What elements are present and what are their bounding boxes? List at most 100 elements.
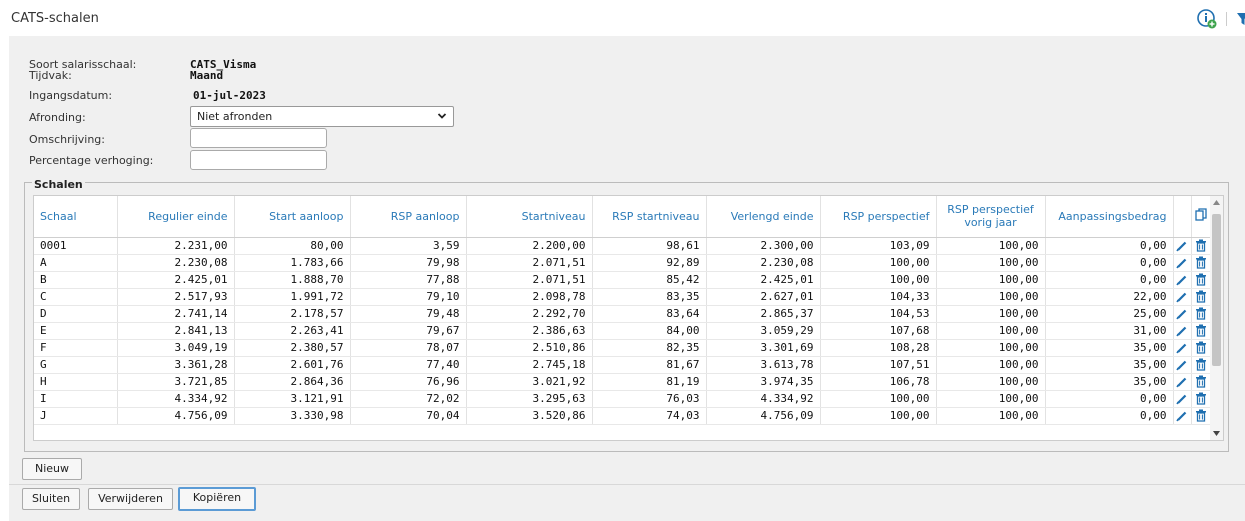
table-row[interactable]: H 3.721,85 2.864,36 76,96 3.021,92 81,19 3.974… bbox=[34, 373, 1212, 391]
delete-icon[interactable] bbox=[1195, 307, 1207, 320]
table-cell: 100,00 bbox=[936, 305, 1046, 323]
column-header[interactable]: RSP startniveau bbox=[592, 196, 707, 238]
delete-icon[interactable] bbox=[1195, 358, 1207, 371]
table-row[interactable]: D 2.741,14 2.178,57 79,48 2.292,70 83,64 2.865… bbox=[34, 305, 1212, 323]
copy-column-header[interactable] bbox=[1191, 196, 1212, 238]
table-cell: 3.974,35 bbox=[706, 373, 821, 391]
delete-cell bbox=[1191, 390, 1212, 408]
afronding-select[interactable]: Niet afronden bbox=[190, 106, 454, 127]
omschrijving-input[interactable] bbox=[190, 128, 327, 148]
delete-icon[interactable] bbox=[1195, 290, 1207, 303]
table-cell: B bbox=[34, 271, 118, 289]
table-row[interactable]: F 3.049,19 2.380,57 78,07 2.510,86 82,35 3.301… bbox=[34, 339, 1212, 357]
delete-icon[interactable] bbox=[1195, 324, 1207, 337]
nieuw-button[interactable]: Nieuw bbox=[22, 458, 82, 480]
table-cell: 100,00 bbox=[936, 339, 1046, 357]
table-cell: F bbox=[34, 339, 118, 357]
table-cell: 1.888,70 bbox=[234, 271, 351, 289]
scrollbar-thumb[interactable] bbox=[1212, 214, 1221, 366]
table-cell: 100,00 bbox=[936, 254, 1046, 272]
edit-icon[interactable] bbox=[1176, 393, 1188, 405]
table-cell: 100,00 bbox=[936, 322, 1046, 340]
edit-cell bbox=[1173, 237, 1192, 255]
table-row[interactable]: G 3.361,28 2.601,76 77,40 2.745,18 81,67 3.613… bbox=[34, 356, 1212, 374]
delete-cell bbox=[1191, 322, 1212, 340]
table-cell: 1.783,66 bbox=[234, 254, 351, 272]
table-cell: 2.230,08 bbox=[117, 254, 235, 272]
table-cell: 3.301,69 bbox=[706, 339, 821, 357]
table-cell: 107,51 bbox=[820, 356, 937, 374]
verwijderen-button[interactable]: Verwijderen bbox=[88, 488, 173, 510]
edit-icon[interactable] bbox=[1176, 325, 1188, 337]
sluiten-button[interactable]: Sluiten bbox=[22, 488, 80, 510]
delete-icon[interactable] bbox=[1195, 341, 1207, 354]
delete-icon[interactable] bbox=[1195, 239, 1207, 252]
edit-icon[interactable] bbox=[1176, 342, 1188, 354]
table-row[interactable]: J 4.756,09 3.330,98 70,04 3.520,86 74,03 4.756… bbox=[34, 407, 1212, 425]
edit-cell bbox=[1173, 271, 1192, 289]
delete-icon[interactable] bbox=[1195, 409, 1207, 422]
table-cell: 31,00 bbox=[1045, 322, 1174, 340]
table-scrollbar[interactable] bbox=[1210, 196, 1223, 440]
column-header[interactable]: Regulier einde bbox=[117, 196, 235, 238]
edit-cell bbox=[1173, 322, 1192, 340]
table-cell: 3.721,85 bbox=[117, 373, 235, 391]
column-header[interactable]: Aanpassingsbedrag bbox=[1045, 196, 1174, 238]
table-header-row: Schaal Regulier einde Start aanloop RSP aan… bbox=[34, 196, 1212, 238]
edit-icon[interactable] bbox=[1176, 291, 1188, 303]
table-row[interactable]: I 4.334,92 3.121,91 72,02 3.295,63 76,03 4.334… bbox=[34, 390, 1212, 408]
scroll-down-icon[interactable] bbox=[1213, 431, 1220, 436]
table-cell: 108,28 bbox=[820, 339, 937, 357]
table-cell: 2.601,76 bbox=[234, 356, 351, 374]
table-cell: 79,48 bbox=[350, 305, 467, 323]
table-cell: 100,00 bbox=[820, 390, 937, 408]
scroll-up-icon[interactable] bbox=[1213, 200, 1220, 205]
table-row[interactable]: B 2.425,01 1.888,70 77,88 2.071,51 85,42 2.425… bbox=[34, 271, 1212, 289]
column-header[interactable]: RSP aanloop bbox=[350, 196, 467, 238]
column-header[interactable]: Verlengd einde bbox=[706, 196, 821, 238]
edit-icon[interactable] bbox=[1176, 274, 1188, 286]
table-cell: 84,00 bbox=[592, 322, 707, 340]
table-cell: 79,10 bbox=[350, 288, 467, 306]
filter-icon[interactable] bbox=[1236, 11, 1245, 27]
delete-icon[interactable] bbox=[1195, 273, 1207, 286]
table-row[interactable]: C 2.517,93 1.991,72 79,10 2.098,78 83,35 2.627… bbox=[34, 288, 1212, 306]
edit-icon[interactable] bbox=[1176, 376, 1188, 388]
table-cell: 3.330,98 bbox=[234, 407, 351, 425]
page-title: CATS-schalen bbox=[11, 11, 99, 26]
table-cell: 79,98 bbox=[350, 254, 467, 272]
column-header[interactable]: RSP perspectief bbox=[820, 196, 937, 238]
column-header[interactable]: Startniveau bbox=[466, 196, 593, 238]
table-cell: 100,00 bbox=[936, 373, 1046, 391]
table-body: 0001 2.231,00 80,00 3,59 2.200,00 98,61 2.300,… bbox=[34, 237, 1212, 425]
column-header[interactable]: Start aanloop bbox=[234, 196, 351, 238]
edit-icon[interactable] bbox=[1176, 257, 1188, 269]
table-row[interactable]: E 2.841,13 2.263,41 79,67 2.386,63 84,00 3.059… bbox=[34, 322, 1212, 340]
title-bar: CATS-schalen bbox=[0, 0, 1245, 36]
kopieren-button[interactable]: Kopiëren bbox=[178, 487, 256, 511]
info-add-icon[interactable] bbox=[1197, 9, 1217, 29]
table-cell: 2.386,63 bbox=[466, 322, 593, 340]
delete-icon[interactable] bbox=[1195, 256, 1207, 269]
edit-icon[interactable] bbox=[1176, 308, 1188, 320]
table-row[interactable]: A 2.230,08 1.783,66 79,98 2.071,51 92,89 2.230… bbox=[34, 254, 1212, 272]
table-cell: 2.425,01 bbox=[706, 271, 821, 289]
edit-icon[interactable] bbox=[1176, 240, 1188, 252]
table-cell: 100,00 bbox=[820, 271, 937, 289]
table-cell: 80,00 bbox=[234, 237, 351, 255]
table-row[interactable]: 0001 2.231,00 80,00 3,59 2.200,00 98,61 2.300,… bbox=[34, 237, 1212, 255]
edit-icon[interactable] bbox=[1176, 359, 1188, 371]
column-header[interactable]: Schaal bbox=[34, 196, 118, 238]
toolbar-divider bbox=[1226, 12, 1227, 26]
table-cell: 3.361,28 bbox=[117, 356, 235, 374]
table-cell: 98,61 bbox=[592, 237, 707, 255]
column-header[interactable]: RSP perspectief vorig jaar bbox=[936, 196, 1046, 238]
footer-divider bbox=[9, 484, 1245, 485]
edit-icon[interactable] bbox=[1176, 410, 1188, 422]
table-cell: 3.049,19 bbox=[117, 339, 235, 357]
percentage-input[interactable] bbox=[190, 150, 327, 170]
schalen-table-container: Schaal Regulier einde Start aanloop RSP aan… bbox=[33, 195, 1224, 441]
copy-icon[interactable] bbox=[1195, 208, 1207, 221]
delete-icon[interactable] bbox=[1195, 375, 1207, 388]
delete-icon[interactable] bbox=[1195, 392, 1207, 405]
